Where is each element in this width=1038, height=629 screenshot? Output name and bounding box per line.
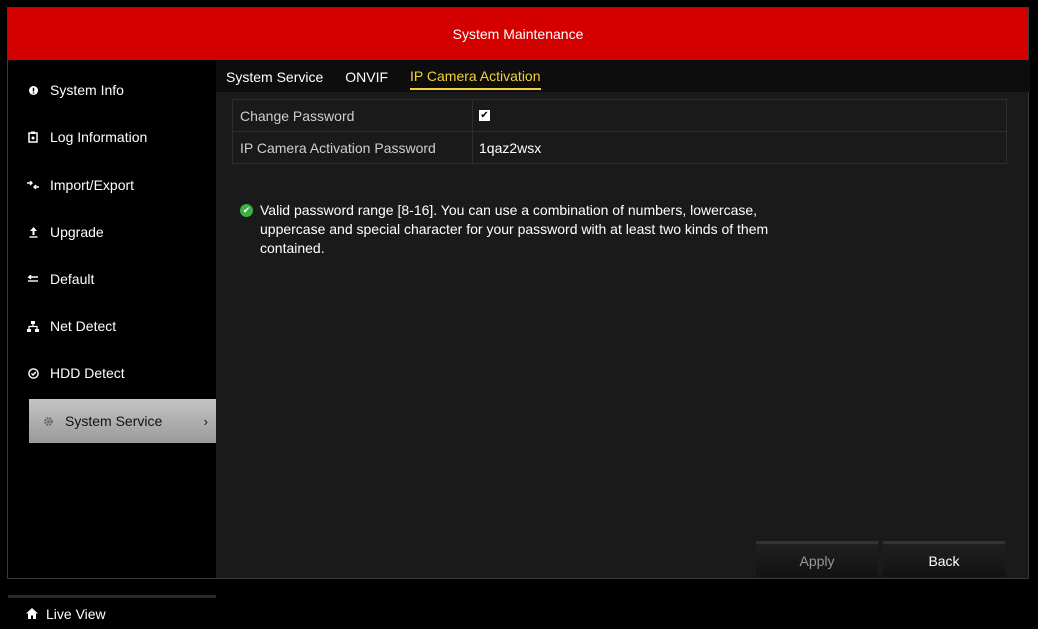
sidebar-item-label: System Info xyxy=(50,82,124,98)
upgrade-icon xyxy=(26,226,40,238)
sidebar-item-log-information[interactable]: Log Information xyxy=(8,115,216,159)
sidebar-item-system-service[interactable]: System Service › xyxy=(29,399,216,443)
tab-system-service[interactable]: System Service xyxy=(226,64,323,89)
sidebar-item-import-export[interactable]: Import/Export xyxy=(8,163,216,207)
check-circle-icon: ✔ xyxy=(240,204,253,217)
sidebar-item-label: Import/Export xyxy=(50,177,135,193)
sidebar-item-label: Default xyxy=(50,271,95,287)
live-view-button[interactable]: Live View xyxy=(8,595,216,629)
activation-password-value xyxy=(473,132,1006,163)
tab-bar: System Service ONVIF IP Camera Activatio… xyxy=(216,60,1030,92)
activation-password-row: IP Camera Activation Password xyxy=(233,132,1006,163)
tab-ip-camera-activation[interactable]: IP Camera Activation xyxy=(410,63,541,90)
apply-button[interactable]: Apply xyxy=(756,541,878,577)
hint-text: Valid password range [8-16]. You can use… xyxy=(260,202,769,256)
import-export-icon xyxy=(26,181,40,189)
sidebar-item-system-info[interactable]: System Info xyxy=(8,68,216,112)
gear-icon xyxy=(41,416,55,427)
change-password-value: ✔ xyxy=(473,100,1006,131)
activation-password-input[interactable] xyxy=(479,139,779,156)
default-icon xyxy=(26,275,40,283)
system-maintenance-window: System Maintenance System Info Log Infor… xyxy=(7,7,1030,629)
activation-password-label: IP Camera Activation Password xyxy=(233,132,473,163)
live-view-label: Live View xyxy=(46,605,106,622)
log-icon xyxy=(26,131,40,143)
chevron-right-icon: › xyxy=(203,413,208,429)
sidebar-item-default[interactable]: Default xyxy=(8,257,216,301)
sidebar-item-label: System Service xyxy=(65,413,163,429)
back-button[interactable]: Back xyxy=(883,541,1005,577)
change-password-checkbox[interactable]: ✔ xyxy=(479,110,490,121)
network-icon xyxy=(26,320,40,332)
home-icon xyxy=(26,606,38,622)
activation-form: Change Password ✔ IP Camera Activation P… xyxy=(232,99,1007,164)
sidebar-item-upgrade[interactable]: Upgrade xyxy=(8,210,216,254)
sidebar-item-label: Net Detect xyxy=(50,318,117,334)
window-title: System Maintenance xyxy=(8,8,1028,61)
password-hint: ✔ Valid password range [8-16]. You can u… xyxy=(240,201,820,258)
sidebar-item-label: Upgrade xyxy=(50,224,104,240)
hdd-icon xyxy=(26,367,40,379)
sidebar: System Info Log Information Import/Expor… xyxy=(8,60,216,629)
sidebar-item-label: Log Information xyxy=(50,129,148,145)
sidebar-item-hdd-detect[interactable]: HDD Detect xyxy=(8,351,216,395)
sidebar-item-label: HDD Detect xyxy=(50,365,125,381)
change-password-row: Change Password ✔ xyxy=(233,100,1006,132)
info-icon xyxy=(26,85,40,95)
tab-onvif[interactable]: ONVIF xyxy=(345,64,388,89)
sidebar-item-net-detect[interactable]: Net Detect xyxy=(8,304,216,348)
change-password-label: Change Password xyxy=(233,100,473,131)
